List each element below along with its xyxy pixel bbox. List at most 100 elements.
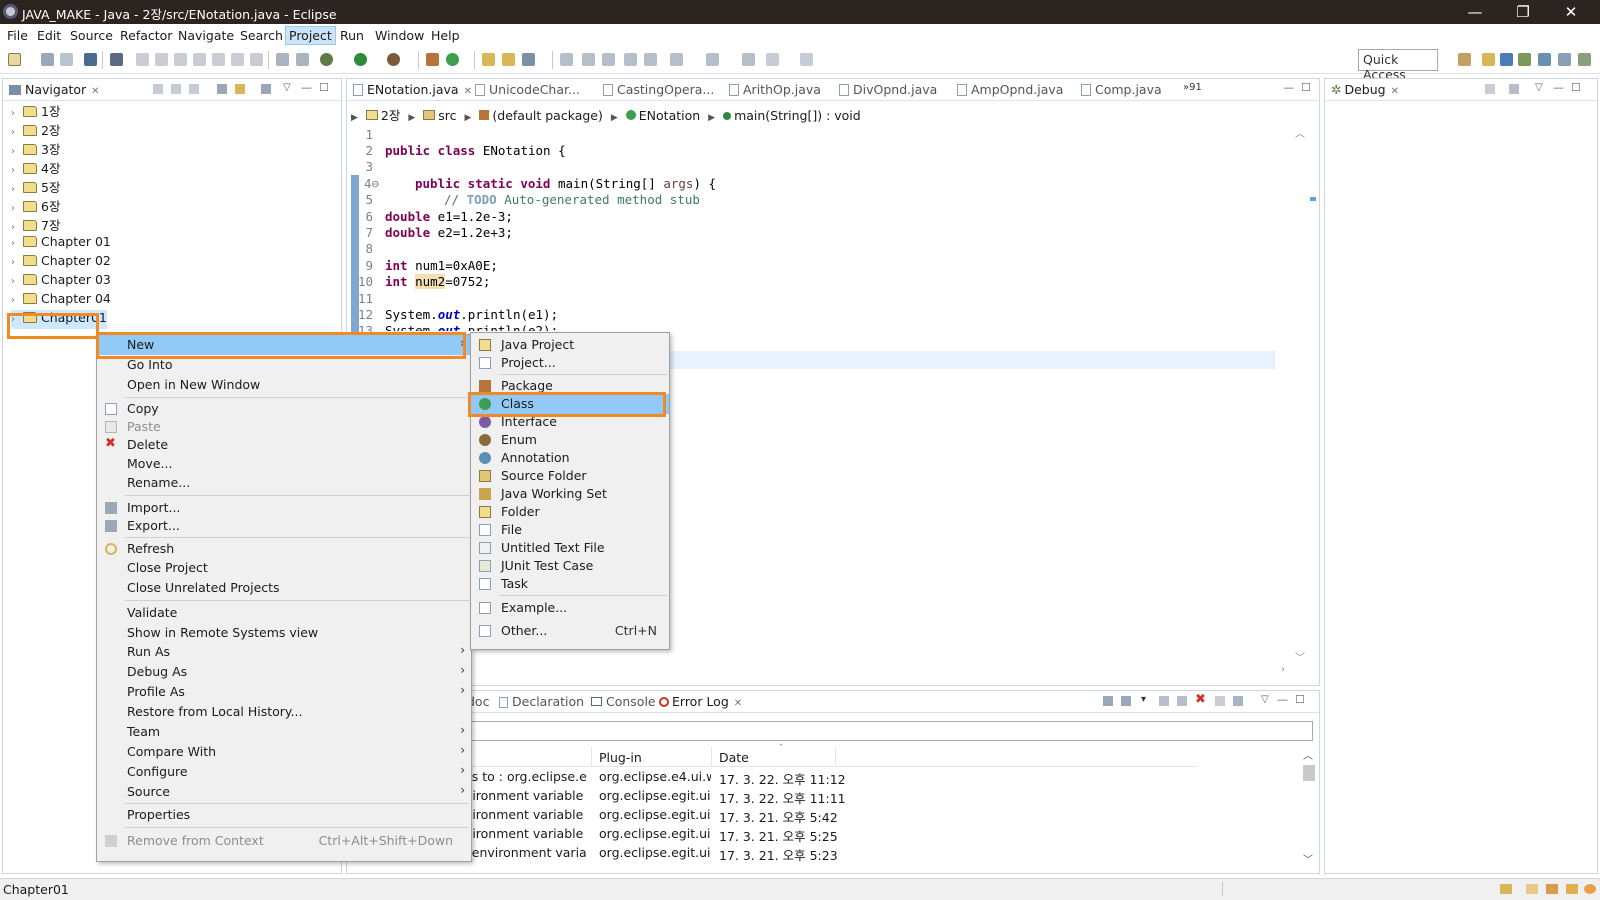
previous-annotation-icon[interactable] [706, 53, 719, 66]
submenu-item-file[interactable]: File [471, 520, 669, 540]
submenu-item-junit-test-case[interactable]: JUnit Test Case [471, 556, 669, 576]
tab-console[interactable]: Console [591, 694, 656, 709]
menu-item-delete[interactable]: ✖ Delete [97, 435, 471, 455]
progress-icon[interactable] [1526, 884, 1538, 894]
submenu-item-example[interactable]: Example... [471, 598, 669, 618]
tab-debug[interactable]: ✲ Debug ✕ [1331, 82, 1399, 97]
close-tab-icon[interactable]: ✕ [1391, 86, 1399, 97]
menu-item-paste[interactable]: Paste [97, 417, 471, 437]
minimize-view-icon[interactable]: — [1277, 693, 1288, 706]
overview-ruler-marker[interactable] [1310, 197, 1316, 201]
breadcrumb-package[interactable]: (default package) [492, 108, 602, 123]
view-menu-icon[interactable] [1509, 84, 1519, 94]
java-perspective-icon[interactable] [1500, 53, 1513, 66]
step-into-icon[interactable] [212, 53, 225, 66]
chevron-right-icon[interactable]: › [11, 203, 23, 214]
next-annotation-icon[interactable] [670, 53, 683, 66]
tab-enotation[interactable]: ENotation.java ✕ [353, 82, 472, 97]
tree-item[interactable]: › 6장 [11, 196, 60, 215]
close-icon[interactable]: ✕ [1548, 2, 1594, 22]
up-icon[interactable] [189, 84, 199, 94]
menu-refactor[interactable]: Refactor [117, 27, 175, 44]
word-wrap-icon[interactable] [644, 53, 657, 66]
minimize-view-icon[interactable]: — [1283, 81, 1294, 94]
disconnect-icon[interactable] [193, 53, 206, 66]
chevron-right-icon[interactable]: › [11, 295, 23, 306]
tree-item[interactable]: › Chapter 04 [11, 291, 111, 310]
scroll-down-icon[interactable]: ﹀ [1303, 851, 1313, 866]
new-icon[interactable] [8, 53, 21, 66]
run-icon[interactable] [354, 53, 367, 66]
resource-perspective-icon[interactable] [1482, 53, 1495, 66]
back-icon[interactable] [153, 84, 163, 94]
chevron-right-icon[interactable]: › [11, 184, 23, 195]
minimize-view-icon[interactable]: — [1553, 81, 1564, 94]
resume-icon[interactable] [136, 53, 149, 66]
menu-navigate[interactable]: Navigate [175, 27, 237, 44]
remove-terminated-icon[interactable] [1485, 84, 1495, 94]
minimize-view-icon[interactable]: — [301, 81, 312, 94]
code-line[interactable]: double e1=1.2e-3; [385, 209, 513, 224]
close-tab-icon[interactable]: ✕ [91, 86, 99, 97]
submenu-item-untitled-text-file[interactable]: Untitled Text File [471, 538, 669, 558]
filter-input[interactable] [457, 721, 1313, 741]
forward-icon[interactable] [171, 84, 181, 94]
scroll-up-icon[interactable]: ︿ [1295, 125, 1305, 140]
more-tabs-button[interactable]: »91 [1183, 82, 1202, 93]
menu-item-configure[interactable]: Configure › [97, 762, 471, 782]
open-log-icon[interactable] [1215, 696, 1225, 706]
menu-item-properties[interactable]: Properties [97, 805, 471, 825]
open-type-icon[interactable] [482, 53, 495, 66]
code-line[interactable]: public static void main(String[] args) { [415, 176, 716, 191]
scrollbar-thumb[interactable] [1303, 765, 1315, 781]
tab-ampopnd[interactable]: AmpOpnd.java [957, 82, 1063, 97]
restore-log-icon[interactable] [1233, 696, 1243, 706]
step-over-icon[interactable] [231, 53, 244, 66]
scroll-up-icon[interactable]: ︿ [1303, 747, 1313, 762]
table-row[interactable]: nvironment variable H org.eclipse.egit.u… [457, 786, 1197, 806]
debug-icon[interactable] [320, 53, 333, 66]
last-edit-location-icon[interactable] [742, 53, 755, 66]
skip-breakpoints-icon[interactable] [110, 53, 123, 66]
link-with-editor-icon[interactable] [235, 84, 245, 94]
tree-item[interactable]: › 7장 [11, 215, 60, 234]
line-number[interactable]: 4⊖ [357, 176, 379, 191]
maximize-view-icon[interactable]: ☐ [319, 81, 329, 94]
breadcrumb-project[interactable]: 2장 [381, 108, 400, 123]
forward-icon[interactable] [800, 53, 813, 66]
table-row[interactable]: nvironment variable H org.eclipse.egit.u… [457, 805, 1197, 825]
menu-item-debug-as[interactable]: Debug As › [97, 662, 471, 682]
menu-item-close-project[interactable]: Close Project [97, 558, 471, 578]
tree-item[interactable]: › 1장 [11, 101, 60, 120]
tree-item[interactable]: › 5장 [11, 177, 60, 196]
submenu-item-annotation[interactable]: Annotation [471, 448, 669, 468]
collapse-all-icon[interactable] [217, 84, 227, 94]
menu-window[interactable]: Window [372, 27, 427, 44]
terminate-icon[interactable] [174, 53, 187, 66]
chevron-down-icon[interactable]: ▽ [1535, 82, 1543, 93]
menu-source[interactable]: Source [67, 27, 116, 44]
submenu-item-java-project[interactable]: Java Project [471, 335, 669, 355]
menu-item-remove-from-context[interactable]: Remove from Context Ctrl+Alt+Shift+Down [97, 831, 471, 851]
menu-item-rename[interactable]: Rename... [97, 473, 471, 493]
save-all-icon[interactable] [60, 53, 73, 66]
chevron-right-icon[interactable]: › [11, 146, 23, 157]
menu-file[interactable]: File [4, 27, 31, 44]
chevron-right-icon[interactable]: › [11, 165, 23, 176]
menu-item-refresh[interactable]: Refresh [97, 539, 471, 559]
code-line[interactable]: int num1=0xA0E; [385, 258, 498, 273]
menu-item-compare-with[interactable]: Compare With › [97, 742, 471, 762]
submenu-item-source-folder[interactable]: Source Folder [471, 466, 669, 486]
table-row[interactable]: ⚠ Warning: The environment variable H or… [371, 843, 1197, 862]
search-icon[interactable] [522, 53, 535, 66]
scroll-down-icon[interactable]: ﹀ [1295, 649, 1305, 664]
maximize-view-icon[interactable]: ☐ [1295, 693, 1305, 706]
new-java-class-icon[interactable] [446, 53, 459, 66]
back-icon[interactable] [766, 53, 779, 66]
table-row[interactable]: nvironment variable H org.eclipse.egit.u… [457, 824, 1197, 844]
open-perspective-icon[interactable] [1458, 53, 1471, 66]
tab-comp[interactable]: Comp.java [1081, 82, 1162, 97]
tree-item[interactable]: › Chapter 01 [11, 234, 111, 253]
breadcrumb-src[interactable]: src [438, 108, 456, 123]
column-header-date[interactable]: Date [719, 750, 749, 765]
